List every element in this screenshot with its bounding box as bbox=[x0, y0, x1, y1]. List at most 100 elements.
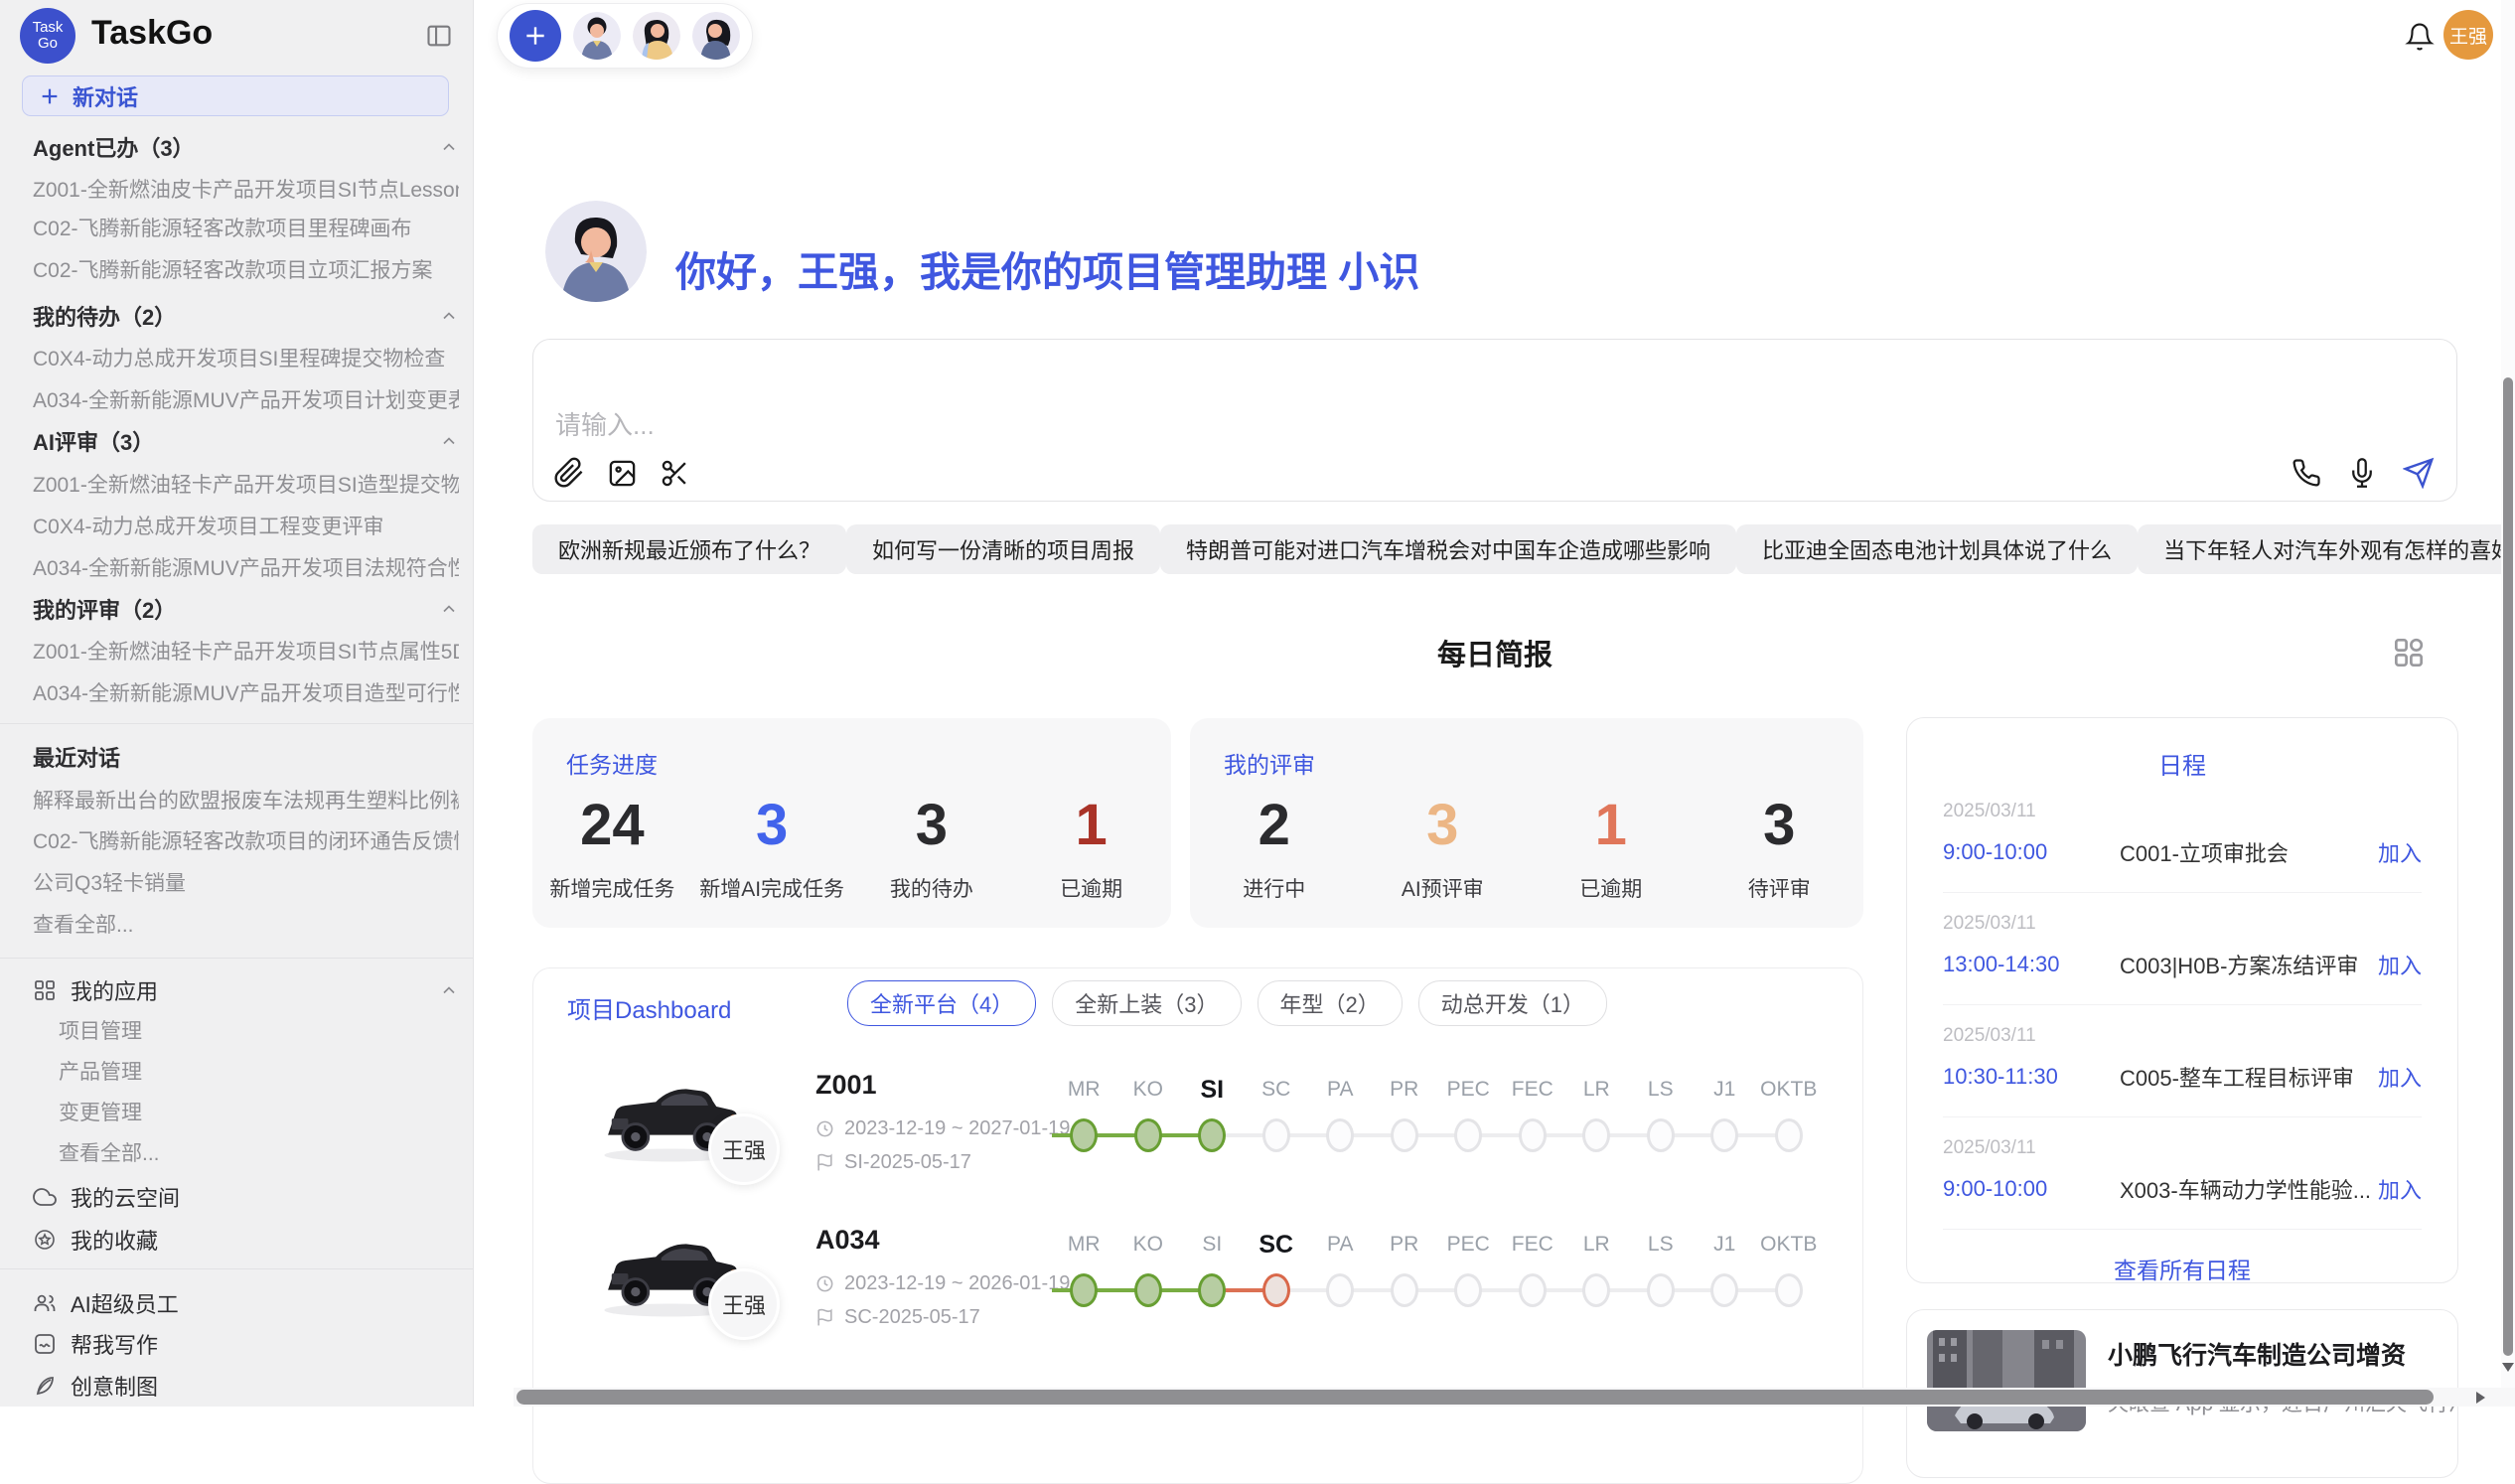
tab-model-year[interactable]: 年型（2） bbox=[1258, 980, 1403, 1026]
scissors-icon[interactable] bbox=[660, 458, 690, 489]
sidebar-item-change-mgmt[interactable]: 变更管理 bbox=[59, 1091, 459, 1132]
milestone-dot bbox=[1198, 1273, 1226, 1307]
list-item[interactable]: C02-飞腾新能源轻客改款项目立项汇报方案 bbox=[33, 248, 459, 290]
section-my-todo[interactable]: 我的待办（2） bbox=[33, 295, 459, 337]
list-item[interactable]: 公司Q3轻卡销量 bbox=[33, 861, 459, 903]
scroll-down-arrow-icon[interactable] bbox=[2502, 1363, 2514, 1372]
list-item[interactable]: Z001-全新燃油轻卡产品开发项目SI造型提交物评审 bbox=[33, 463, 459, 505]
list-item[interactable]: C0X4-动力总成开发项目工程变更评审 bbox=[33, 505, 459, 546]
sidebar-item-my-apps[interactable]: 我的应用 bbox=[33, 969, 459, 1011]
section-ai-review[interactable]: AI评审（3） bbox=[33, 420, 459, 462]
view-all-schedule-link[interactable]: 查看所有日程 bbox=[1943, 1252, 2422, 1283]
section-my-review[interactable]: 我的评审（2） bbox=[33, 588, 459, 630]
project-row[interactable]: 王强 Z001 2023-12-19 ~ 2027-01-19 SI-2025-… bbox=[533, 1068, 1862, 1223]
card-title: 我的评审 bbox=[1224, 746, 1315, 780]
milestone-dot bbox=[1326, 1273, 1354, 1307]
milestone-dot bbox=[1070, 1118, 1098, 1152]
chat-input-box[interactable]: 请输入... bbox=[532, 339, 2457, 502]
project-dashboard-card: 项目Dashboard 全新平台（4） 全新上装（3） 年型（2） 动总开发（1… bbox=[532, 967, 1863, 1484]
suggestion-chip[interactable]: 如何写一份清晰的项目周报 bbox=[846, 524, 1160, 574]
sidebar-item-ai-super-staff[interactable]: AI超级员工 bbox=[33, 1282, 459, 1324]
list-item[interactable]: C02-飞腾新能源轻客改款项目里程碑画布 bbox=[33, 207, 459, 248]
add-agent-button[interactable] bbox=[510, 10, 561, 62]
list-item[interactable]: Z001-全新燃油皮卡产品开发项目SI节点Lesson Learn报告 bbox=[33, 168, 459, 210]
list-item[interactable]: C02-飞腾新能源轻客改款项目的闭环通告反馈情况 bbox=[33, 819, 459, 861]
milestone-dot bbox=[1710, 1273, 1738, 1307]
view-all-apps[interactable]: 查看全部... bbox=[59, 1131, 459, 1173]
milestone-dot bbox=[1134, 1118, 1162, 1152]
tab-powertrain-dev[interactable]: 动总开发（1） bbox=[1418, 980, 1607, 1026]
schedule-item: 2025/03/11 13:00-14:30 C003|H0B-方案冻结评审 加… bbox=[1943, 893, 2422, 1005]
flag-icon bbox=[815, 1153, 834, 1172]
list-item[interactable]: C0X4-动力总成开发项目SI里程碑提交物检查 bbox=[33, 337, 459, 378]
new-chat-button[interactable]: 新对话 bbox=[22, 75, 449, 116]
suggestion-chip[interactable]: 欧洲新规最近颁布了什么？ bbox=[532, 524, 846, 574]
milestone-column: LS bbox=[1629, 1223, 1694, 1310]
microphone-icon[interactable] bbox=[2347, 458, 2377, 488]
milestone-label: MR bbox=[1052, 1068, 1116, 1112]
sidebar-item-my-cloud[interactable]: 我的云空间 bbox=[33, 1176, 459, 1218]
sidebar-item-my-favorites[interactable]: 我的收藏 bbox=[33, 1219, 459, 1261]
agent-avatar[interactable] bbox=[633, 12, 680, 60]
suggestion-chip[interactable]: 比亚迪全固态电池计划具体说了什么 bbox=[1736, 524, 2138, 574]
milestone-label: LR bbox=[1564, 1068, 1629, 1112]
list-item[interactable]: Z001-全新燃油轻卡产品开发项目SI节点属性5D文件评审 bbox=[33, 630, 459, 671]
agent-avatar[interactable] bbox=[573, 12, 621, 60]
sidebar-item-project-mgmt[interactable]: 项目管理 bbox=[59, 1009, 459, 1051]
section-label: 最近对话 bbox=[33, 741, 120, 773]
scroll-right-arrow-icon[interactable] bbox=[2476, 1392, 2485, 1404]
join-link[interactable]: 加入 bbox=[2378, 1061, 2422, 1093]
horizontal-scrollbar[interactable] bbox=[514, 1388, 2515, 1407]
stat-my-todo: 3我的待办 bbox=[852, 794, 1012, 928]
tab-all-new-platform[interactable]: 全新平台（4） bbox=[847, 980, 1036, 1026]
stat-in-progress: 2进行中 bbox=[1190, 794, 1359, 928]
milestone-column: FEC bbox=[1501, 1223, 1565, 1310]
view-all-chats[interactable]: 查看全部... bbox=[33, 903, 459, 945]
task-progress-card: 任务进度 24新增完成任务 3新增AI完成任务 3我的待办 1已逾期 bbox=[532, 718, 1171, 928]
sidebar-item-creative-drawing[interactable]: 创意制图 bbox=[33, 1365, 459, 1407]
horizontal-scrollbar-thumb[interactable] bbox=[517, 1390, 2434, 1405]
milestone-label: KO bbox=[1116, 1068, 1181, 1112]
vertical-scrollbar[interactable] bbox=[2501, 0, 2515, 1407]
project-row[interactable]: 王强 A034 2023-12-19 ~ 2026-01-19 SC-2025-… bbox=[533, 1223, 1862, 1378]
collapse-sidebar-icon[interactable] bbox=[425, 22, 453, 50]
milestone-dot bbox=[1582, 1273, 1610, 1307]
list-item[interactable]: 解释最新出台的欧盟报废车法规再生塑料比例被调至15%... bbox=[33, 779, 459, 820]
image-icon[interactable] bbox=[607, 458, 638, 489]
suggestion-chip[interactable]: 当下年轻人对汽车外观有怎样的喜好趋势 bbox=[2138, 524, 2515, 574]
join-link[interactable]: 加入 bbox=[2378, 949, 2422, 980]
sidebar-item-product-mgmt[interactable]: 产品管理 bbox=[59, 1050, 459, 1092]
join-link[interactable]: 加入 bbox=[2378, 836, 2422, 868]
my-cloud-label: 我的云空间 bbox=[71, 1181, 180, 1213]
list-item[interactable]: A034-全新新能源MUV产品开发项目法规符合性评审 bbox=[33, 546, 459, 588]
chevron-up-icon bbox=[439, 137, 459, 157]
suggestion-chips: 欧洲新规最近颁布了什么？ 如何写一份清晰的项目周报 特朗普可能对进口汽车增税会对… bbox=[532, 524, 2457, 574]
milestone-column: SC bbox=[1245, 1068, 1309, 1155]
schedule-date: 2025/03/11 bbox=[1943, 913, 2422, 935]
notification-bell-icon[interactable] bbox=[2405, 22, 2435, 52]
vertical-scrollbar-thumb[interactable] bbox=[2503, 377, 2513, 1356]
plus-icon bbox=[39, 85, 61, 107]
suggestion-chip[interactable]: 特朗普可能对进口汽车增税会对中国车企造成哪些影响 bbox=[1160, 524, 1736, 574]
join-link[interactable]: 加入 bbox=[2378, 1173, 2422, 1205]
attachment-icon[interactable] bbox=[553, 457, 585, 489]
milestone-column: OKTB bbox=[1757, 1068, 1822, 1155]
sidebar-item-help-me-write[interactable]: 帮我写作 bbox=[33, 1323, 459, 1365]
section-agent-done[interactable]: Agent已办（3） bbox=[33, 126, 459, 168]
agent-avatar-bar bbox=[497, 3, 753, 69]
project-code: Z001 bbox=[815, 1070, 877, 1101]
user-avatar[interactable]: 王强 bbox=[2443, 10, 2493, 60]
milestone-dot bbox=[1454, 1118, 1482, 1152]
milestone-column: MR bbox=[1052, 1223, 1116, 1310]
layout-grid-icon[interactable] bbox=[2390, 634, 2428, 671]
agent-avatar[interactable] bbox=[692, 12, 740, 60]
list-item[interactable]: A034-全新新能源MUV产品开发项目计划变更表编写 bbox=[33, 378, 459, 420]
tab-all-new-body[interactable]: 全新上装（3） bbox=[1052, 980, 1241, 1026]
send-icon[interactable] bbox=[2403, 457, 2435, 489]
list-item[interactable]: A034-全新新能源MUV产品开发项目造型可行性评审 bbox=[33, 671, 459, 713]
milestone-dot bbox=[1647, 1118, 1675, 1152]
milestone-column: KO bbox=[1116, 1223, 1181, 1310]
phone-call-icon[interactable] bbox=[2292, 458, 2321, 488]
grid-icon bbox=[33, 978, 57, 1002]
news-image bbox=[1927, 1330, 2086, 1431]
